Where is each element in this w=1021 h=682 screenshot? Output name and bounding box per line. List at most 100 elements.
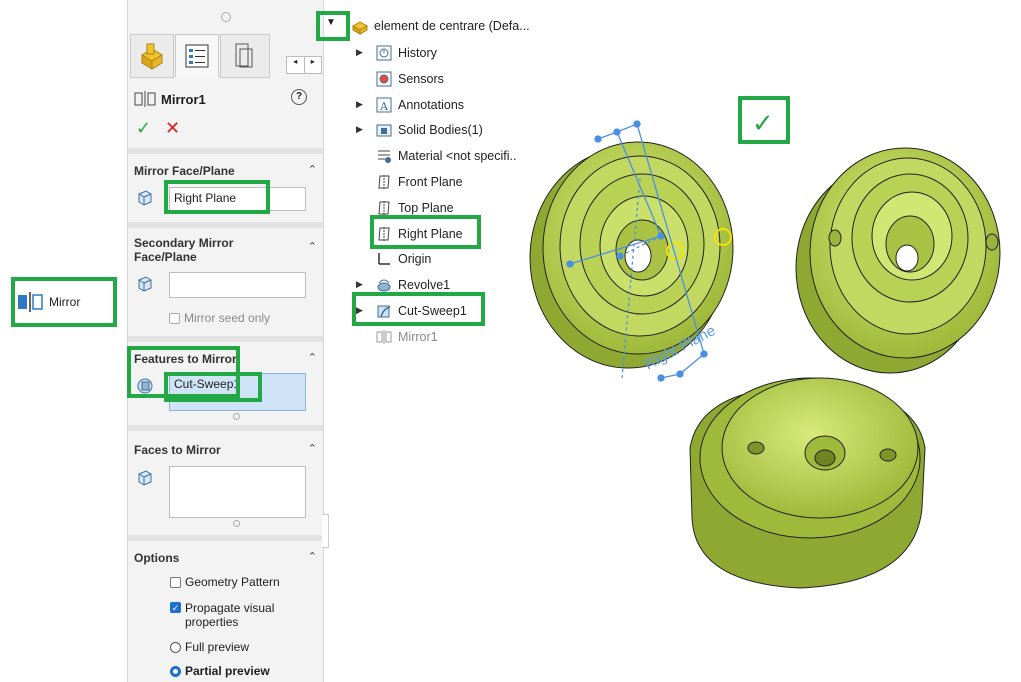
help-icon[interactable]: ?	[291, 89, 307, 105]
check-icon: ✓	[752, 109, 774, 139]
cancel-icon[interactable]: ✕	[165, 118, 180, 139]
secondary-mirror-title-line1: Secondary Mirror	[134, 236, 234, 250]
tree-item-material-not-specifi[interactable]: Material <not specifi..	[375, 145, 516, 167]
part-icon	[351, 17, 369, 35]
tree-item-label: History	[398, 46, 437, 60]
tree-item-annotations[interactable]: A Annotations	[375, 94, 464, 116]
section-divider	[128, 535, 323, 541]
svg-text:A: A	[379, 100, 389, 113]
panel-grip[interactable]	[221, 12, 231, 22]
annotations-icon: A	[375, 96, 393, 114]
graphics-viewport[interactable]: Right Plane ✓	[520, 88, 1020, 682]
partial-preview-label: Partial preview	[185, 664, 270, 678]
tree-item-front-plane[interactable]: Front Plane	[375, 171, 463, 193]
tree-root[interactable]: element de centrare (Defa...	[351, 15, 530, 37]
geometry-pattern-label: Geometry Pattern	[185, 575, 280, 589]
secondary-mirror-field[interactable]	[169, 272, 306, 298]
history-icon	[375, 44, 393, 62]
tree-item-history[interactable]: History	[375, 42, 437, 64]
expand-arrow-icon[interactable]: ▶	[356, 279, 363, 290]
tree-item-label: Origin	[398, 252, 432, 267]
propagate-visual-option[interactable]: ✓ Propagate visual properties	[170, 601, 274, 629]
tree-item-label: Sensors	[398, 71, 444, 86]
scroll-right-icon[interactable]: ▸	[303, 57, 322, 73]
panel-splitter[interactable]	[322, 514, 329, 548]
tree-item-label: Mirror1	[398, 329, 438, 344]
tab-property-manager[interactable]	[175, 34, 219, 78]
feature-title-row: Mirror1	[134, 90, 206, 108]
tree-item-label: Annotations	[398, 97, 465, 112]
secondary-mirror-title-line2: Face/Plane	[134, 250, 197, 264]
collapse-chevron-icon[interactable]: ⌃	[308, 163, 317, 176]
propagate-visual-checkbox[interactable]: ✓	[170, 602, 181, 613]
options-section-title: Options	[134, 551, 180, 565]
geometry-pattern-option[interactable]: Geometry Pattern	[170, 575, 280, 589]
tab-scroll-arrows[interactable]: ◂ ▸	[286, 56, 322, 74]
section-divider	[128, 336, 323, 342]
material-icon	[375, 147, 393, 165]
secondary-mirror-section-title: Secondary Mirror Face/Plane	[134, 236, 233, 264]
resize-grip[interactable]	[233, 520, 240, 527]
accept-icon[interactable]: ✓	[136, 118, 151, 139]
faces-list[interactable]	[169, 466, 306, 518]
mirror-feature-icon	[134, 91, 156, 107]
mirror-face-section-title: Mirror Face/Plane	[134, 164, 235, 178]
collapse-chevron-icon[interactable]: ⌃	[308, 240, 317, 253]
sensors-icon	[375, 70, 393, 88]
part-preview-left[interactable]: Right Plane	[529, 120, 734, 382]
tree-item-origin[interactable]: Origin	[375, 248, 431, 270]
tree-item-sensors[interactable]: Sensors	[375, 68, 444, 90]
collapse-chevron-icon[interactable]: ⌃	[308, 442, 317, 455]
part-icon	[141, 43, 163, 70]
configuration-icon	[235, 43, 253, 68]
viewport-accept-button[interactable]: ✓	[738, 96, 790, 144]
tab-configuration-manager[interactable]	[220, 34, 270, 78]
partial-preview-radio[interactable]	[170, 666, 181, 677]
scroll-left-icon[interactable]: ◂	[287, 57, 304, 73]
mirror-seed-only-checkbox[interactable]	[169, 313, 180, 324]
resize-grip[interactable]	[233, 413, 240, 420]
geometry-pattern-checkbox[interactable]	[170, 577, 181, 588]
face-selection-icon	[138, 190, 152, 206]
highlight-cut-sweep-tree	[352, 292, 485, 326]
propagate-visual-label-line1: Propagate visual	[185, 601, 275, 615]
tree-item-label: Revolve1	[398, 278, 451, 293]
full-preview-label: Full preview	[185, 640, 250, 654]
tree-item-mirror1[interactable]: Mirror1	[375, 326, 438, 348]
solid-bodies-icon	[375, 121, 393, 139]
tree-item-label: Front Plane	[398, 175, 463, 189]
face-selection-icon	[138, 276, 152, 292]
tab-feature-manager[interactable]	[130, 34, 174, 78]
tree-item-solid-bodies-1[interactable]: Solid Bodies(1)	[375, 119, 483, 141]
mirror-icon	[375, 328, 393, 346]
expand-arrow-icon[interactable]: ▶	[356, 124, 363, 135]
part-back-view[interactable]	[689, 377, 926, 589]
origin-icon	[375, 250, 393, 268]
expand-arrow-icon[interactable]: ▶	[356, 47, 363, 58]
collapse-chevron-icon[interactable]: ⌃	[308, 351, 317, 364]
highlight-mirror-command	[11, 277, 117, 327]
property-list-icon	[185, 44, 209, 68]
panel-tabs: ◂ ▸	[128, 34, 323, 80]
highlight-tree-toggle	[316, 11, 350, 41]
tree-root-label: element de centrare (Defa...	[374, 19, 530, 33]
feature-title: Mirror1	[161, 91, 206, 107]
tree-item-label: Material <not specifi..	[398, 149, 517, 164]
tree-item-label: Top Plane	[398, 200, 454, 215]
section-divider	[128, 425, 323, 431]
part-result-right[interactable]	[795, 147, 1001, 374]
faces-section-title: Faces to Mirror	[134, 443, 221, 457]
mirror-seed-only-option[interactable]: Mirror seed only	[169, 311, 270, 325]
tree-item-label: Solid Bodies(1)	[398, 123, 483, 138]
collapse-chevron-icon[interactable]: ⌃	[308, 550, 317, 563]
section-divider	[128, 222, 323, 228]
propagate-visual-label-line2: properties	[185, 615, 239, 629]
partial-preview-option[interactable]: Partial preview	[170, 664, 270, 678]
full-preview-option[interactable]: Full preview	[170, 640, 249, 654]
plane-icon	[375, 173, 393, 191]
face-selection-icon	[138, 470, 152, 486]
section-divider	[128, 148, 323, 154]
expand-arrow-icon[interactable]: ▶	[356, 99, 363, 110]
highlight-right-plane-tree	[370, 215, 481, 249]
full-preview-radio[interactable]	[170, 642, 181, 653]
